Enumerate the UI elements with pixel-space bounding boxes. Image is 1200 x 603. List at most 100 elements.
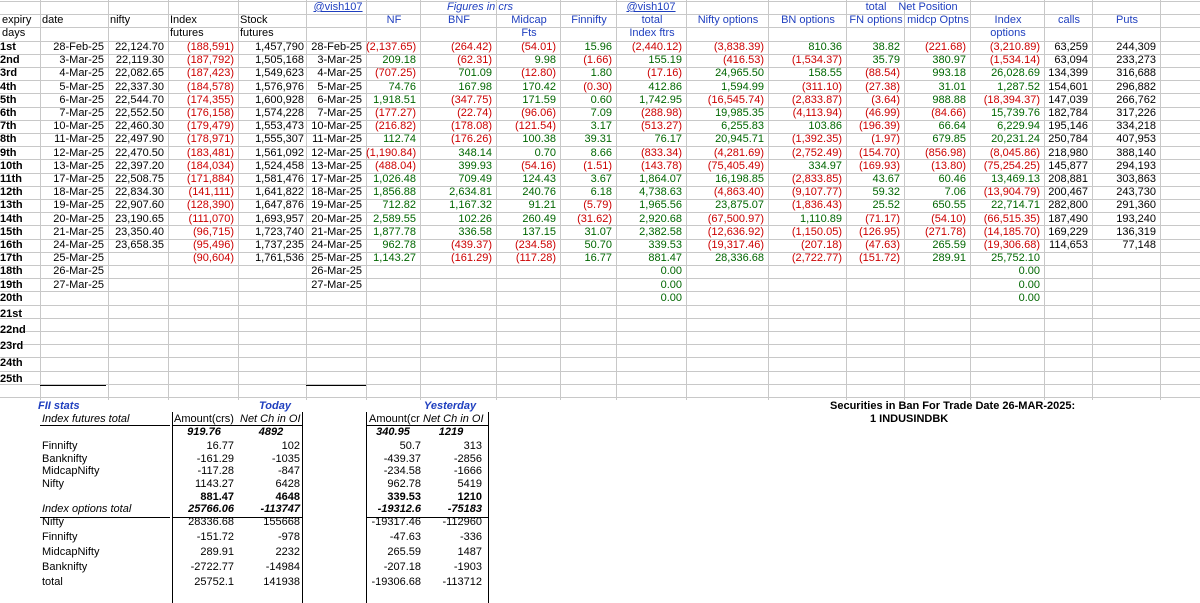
- table-cell[interactable]: (27.38): [846, 80, 900, 94]
- table-cell[interactable]: 1,856.88: [366, 185, 416, 199]
- day-label[interactable]: 9th: [0, 146, 40, 160]
- table-cell[interactable]: 3.17: [560, 119, 612, 133]
- column-header[interactable]: Stock: [240, 13, 308, 27]
- table-cell[interactable]: 63,094: [1044, 53, 1088, 67]
- fii-value[interactable]: -207.18: [365, 560, 421, 574]
- table-cell[interactable]: 1,864.07: [616, 172, 682, 186]
- fii-row-label[interactable]: Finnifty: [42, 530, 162, 544]
- day-label[interactable]: 18th: [0, 264, 40, 278]
- table-cell[interactable]: 244,309: [1092, 40, 1156, 54]
- table-cell[interactable]: 17-Mar-25: [306, 172, 362, 186]
- table-cell[interactable]: 3-Mar-25: [306, 53, 362, 67]
- table-cell[interactable]: 1,524,458: [238, 159, 304, 173]
- day-label[interactable]: 20th: [0, 291, 40, 305]
- table-cell[interactable]: (1.97): [846, 132, 900, 146]
- table-cell[interactable]: 2,382.58: [616, 225, 682, 239]
- table-cell[interactable]: 1,553,473: [238, 119, 304, 133]
- table-cell[interactable]: (3.64): [846, 93, 900, 107]
- table-cell[interactable]: (184,034): [168, 159, 234, 173]
- yesterday-label[interactable]: Yesterday: [420, 399, 480, 413]
- table-cell[interactable]: 16.77: [560, 251, 612, 265]
- table-cell[interactable]: (178.08): [420, 119, 492, 133]
- table-cell[interactable]: (1,392.35): [768, 132, 842, 146]
- fii-value[interactable]: -113712: [420, 575, 482, 589]
- table-cell[interactable]: 137.15: [496, 225, 556, 239]
- table-cell[interactable]: (154.70): [846, 146, 900, 160]
- table-cell[interactable]: 334,218: [1092, 119, 1156, 133]
- table-cell[interactable]: (12.80): [496, 66, 556, 80]
- day-label[interactable]: 24th: [0, 356, 40, 370]
- table-cell[interactable]: 218,980: [1044, 146, 1088, 160]
- table-cell[interactable]: 4-Mar-25: [40, 66, 104, 80]
- table-cell[interactable]: 20-Mar-25: [306, 212, 362, 226]
- table-cell[interactable]: 21-Mar-25: [40, 225, 104, 239]
- table-cell[interactable]: 0.00: [970, 291, 1040, 305]
- table-cell[interactable]: (188,591): [168, 40, 234, 54]
- table-cell[interactable]: 28-Feb-25: [40, 40, 104, 54]
- table-cell[interactable]: (128,390): [168, 198, 234, 212]
- day-label[interactable]: 13th: [0, 198, 40, 212]
- table-cell[interactable]: (84.66): [904, 106, 966, 120]
- table-cell[interactable]: (161.29): [420, 251, 492, 265]
- table-cell[interactable]: 1,641,822: [238, 185, 304, 199]
- table-cell[interactable]: 4-Mar-25: [306, 66, 362, 80]
- table-cell[interactable]: (141,111): [168, 185, 234, 199]
- fii-value[interactable]: -1903: [420, 560, 482, 574]
- table-cell[interactable]: (169.93): [846, 159, 900, 173]
- ban-item[interactable]: 1 INDUSINDBK: [870, 412, 990, 426]
- table-cell[interactable]: 209.18: [366, 53, 416, 67]
- table-cell[interactable]: 17-Mar-25: [40, 172, 104, 186]
- table-cell[interactable]: 11-Mar-25: [40, 132, 104, 146]
- table-cell[interactable]: 388,140: [1092, 146, 1156, 160]
- table-cell[interactable]: (311.10): [768, 80, 842, 94]
- fii-col-header[interactable]: Net Ch in OI: [423, 412, 485, 426]
- table-cell[interactable]: 1,600,928: [238, 93, 304, 107]
- table-cell[interactable]: 1,647,876: [238, 198, 304, 212]
- table-cell[interactable]: 170.42: [496, 80, 556, 94]
- fii-value[interactable]: 25752.1: [174, 575, 234, 589]
- table-cell[interactable]: 0.00: [616, 278, 682, 292]
- table-cell[interactable]: 24,965.50: [686, 66, 764, 80]
- table-cell[interactable]: (2,752.49): [768, 146, 842, 160]
- table-cell[interactable]: 265.59: [904, 238, 966, 252]
- day-label[interactable]: 8th: [0, 132, 40, 146]
- table-cell[interactable]: 407,953: [1092, 132, 1156, 146]
- table-cell[interactable]: (4,281.69): [686, 146, 764, 160]
- day-label[interactable]: 11th: [0, 172, 40, 186]
- table-cell[interactable]: 1,167.32: [420, 198, 492, 212]
- table-cell[interactable]: (196.39): [846, 119, 900, 133]
- table-cell[interactable]: 317,226: [1092, 106, 1156, 120]
- day-label[interactable]: 3rd: [0, 66, 40, 80]
- table-cell[interactable]: (4,113.94): [768, 106, 842, 120]
- table-cell[interactable]: 336.58: [420, 225, 492, 239]
- table-cell[interactable]: 7-Mar-25: [306, 106, 362, 120]
- table-cell[interactable]: (2,833.85): [768, 172, 842, 186]
- table-cell[interactable]: 22,508.75: [108, 172, 164, 186]
- fii-value[interactable]: -151.72: [174, 530, 234, 544]
- table-cell[interactable]: 7.06: [904, 185, 966, 199]
- table-cell[interactable]: 31.01: [904, 80, 966, 94]
- column-header[interactable]: NF: [368, 13, 420, 27]
- table-cell[interactable]: 2,920.68: [616, 212, 682, 226]
- table-cell[interactable]: 399.93: [420, 159, 492, 173]
- table-cell[interactable]: (67,500.97): [686, 212, 764, 226]
- table-cell[interactable]: 27-Mar-25: [306, 278, 362, 292]
- day-label[interactable]: 1st: [0, 40, 40, 54]
- table-cell[interactable]: 15,739.76: [970, 106, 1040, 120]
- table-cell[interactable]: 1,561,092: [238, 146, 304, 160]
- table-cell[interactable]: 23,875.07: [686, 198, 764, 212]
- table-cell[interactable]: (184,578): [168, 80, 234, 94]
- table-cell[interactable]: 182,784: [1044, 106, 1088, 120]
- table-cell[interactable]: 1,693,957: [238, 212, 304, 226]
- table-cell[interactable]: 20,231.24: [970, 132, 1040, 146]
- table-cell[interactable]: (183,481): [168, 146, 234, 160]
- fii-value[interactable]: 265.59: [365, 545, 421, 559]
- table-cell[interactable]: (264.42): [420, 40, 492, 54]
- table-cell[interactable]: 1,574,228: [238, 106, 304, 120]
- table-cell[interactable]: 7.09: [560, 106, 612, 120]
- table-cell[interactable]: 1,594.99: [686, 80, 764, 94]
- day-label[interactable]: 17th: [0, 251, 40, 265]
- table-cell[interactable]: 8.66: [560, 146, 612, 160]
- table-cell[interactable]: 24-Mar-25: [306, 238, 362, 252]
- fii-value[interactable]: -19312.6: [365, 502, 421, 516]
